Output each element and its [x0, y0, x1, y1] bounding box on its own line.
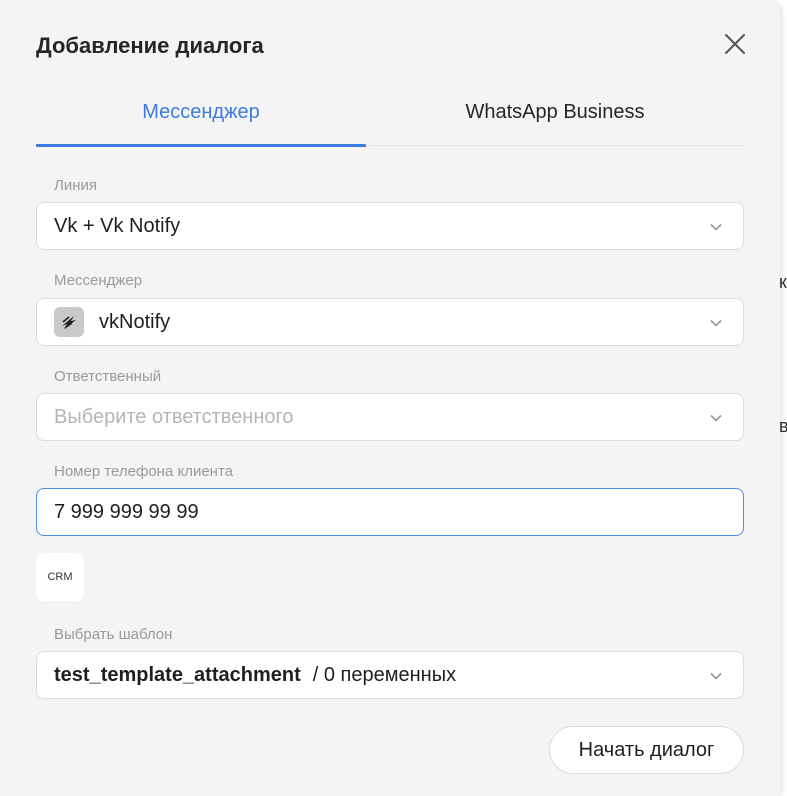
close-button[interactable] [722, 31, 748, 57]
line-select-value: Vk + Vk Notify [54, 214, 181, 237]
chevron-down-icon [710, 672, 722, 680]
vk-notify-icon [54, 307, 84, 337]
background-text: в [779, 416, 787, 436]
messenger-select-value: vkNotify [99, 310, 171, 333]
modal-title: Добавление диалога [36, 33, 264, 58]
line-label: Линия [54, 177, 98, 194]
chevron-down-icon [710, 414, 722, 422]
crm-button[interactable]: CRM [36, 553, 84, 601]
template-label: Выбрать шаблон [54, 626, 173, 643]
messenger-label: Мессенджер [54, 272, 143, 289]
tab-whatsapp-business[interactable]: WhatsApp Business [366, 92, 744, 145]
background-text: к [779, 272, 787, 292]
template-variables-count: / 0 переменных [312, 663, 457, 686]
line-select[interactable]: Vk + Vk Notify [36, 202, 744, 250]
tabs: Мессенджер WhatsApp Business [36, 92, 744, 147]
responsible-label: Ответственный [54, 368, 162, 385]
messenger-select[interactable]: vkNotify [36, 298, 744, 346]
phone-input[interactable] [36, 488, 744, 536]
start-dialog-button[interactable]: Начать диалог [549, 726, 744, 774]
chevron-down-icon [710, 223, 722, 231]
chevron-down-icon [710, 319, 722, 327]
close-icon [725, 34, 745, 54]
responsible-select[interactable]: Выберите ответственного [36, 393, 744, 441]
responsible-placeholder: Выберите ответственного [54, 405, 294, 428]
add-dialog-modal: Добавление диалога Мессенджер WhatsApp B… [0, 0, 780, 796]
template-name: test_template_attachment [54, 663, 301, 686]
phone-label: Номер телефона клиента [54, 463, 233, 480]
template-select[interactable]: test_template_attachment / 0 переменных [36, 651, 744, 699]
tab-messenger[interactable]: Мессенджер [36, 92, 366, 147]
